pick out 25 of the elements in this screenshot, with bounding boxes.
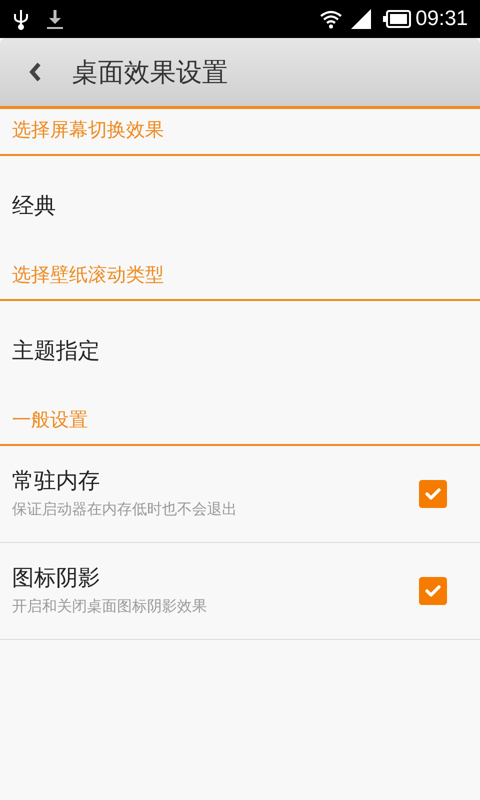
setting-row[interactable]: 图标阴影 开启和关闭桌面图标阴影效果 — [0, 543, 480, 640]
wifi-icon — [319, 9, 344, 29]
section-title: 一般设置 — [12, 409, 88, 434]
checkmark-icon — [425, 487, 441, 501]
setting-summary: 开启和关闭桌面图标阴影效果 — [12, 596, 208, 616]
setting-title: 主题指定 — [12, 336, 100, 364]
signal-icon — [351, 9, 372, 29]
back-icon — [28, 61, 42, 83]
usb-icon — [12, 8, 30, 30]
setting-row[interactable]: 主题指定 — [0, 301, 480, 399]
setting-title: 经典 — [12, 192, 56, 220]
setting-row[interactable]: 常驻内存 保证启动器在内存低时也不会退出 — [0, 446, 480, 543]
battery-icon — [383, 10, 412, 28]
setting-summary: 保证启动器在内存低时也不会退出 — [12, 500, 238, 520]
checkbox[interactable] — [419, 577, 447, 605]
checkbox[interactable] — [419, 480, 447, 508]
setting-title: 图标阴影 — [12, 564, 101, 592]
setting-title: 常驻内存 — [12, 467, 101, 494]
screen-title: 桌面效果设置 — [72, 56, 228, 88]
section-title: 选择壁纸滚动类型 — [12, 264, 164, 288]
setting-row[interactable]: 经典 — [0, 156, 480, 254]
checkmark-icon — [425, 584, 441, 598]
clock: 09:31 — [415, 6, 468, 32]
section-title: 选择屏幕切换效果 — [12, 119, 164, 144]
download-icon — [46, 8, 64, 30]
